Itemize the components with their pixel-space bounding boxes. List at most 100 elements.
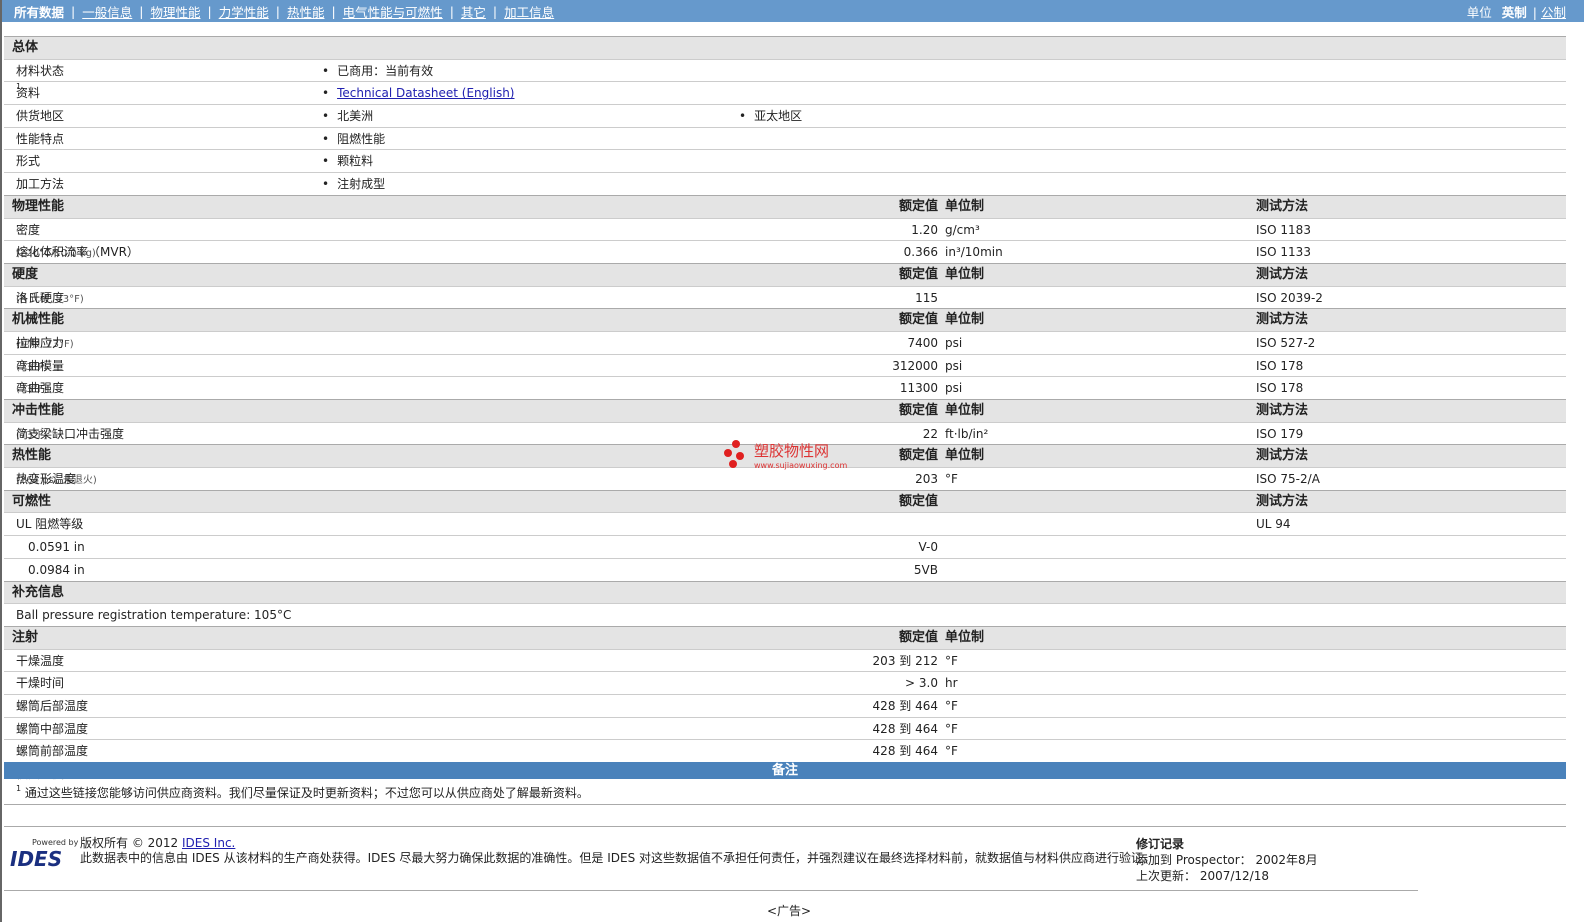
tab-all-data[interactable]: 所有数据 <box>14 2 64 21</box>
test-method: 测试方法 <box>1256 266 1309 282</box>
copyright: 版权所有 © 2012 <box>80 836 179 850</box>
table-row: 干燥时间 > 3.0 hr <box>4 671 1566 694</box>
nav-link[interactable]: 一般信息 <box>82 2 132 21</box>
test-method: ISO 179 <box>1256 426 1304 441</box>
unit: psi <box>945 381 963 396</box>
table-row: 拉伸应力 (屈服, 73°F) 7400 psi ISO 527-2 <box>4 330 1566 356</box>
unit-metric-link[interactable]: 公制 <box>1541 5 1566 20</box>
nav-bar: 所有数据 | 一般信息 | 物理性能 | 力学性能 | 热性能 | 电气性能与可燃性 | 其它 | 加工信… <box>2 0 1584 22</box>
label-text: 资料 <box>16 86 41 101</box>
unit: ft·lb/in² <box>945 426 989 441</box>
table-row: 弯曲模量 (73°F) 312000 psi ISO 178 <box>4 353 1566 379</box>
label-text: 总体 <box>12 40 39 55</box>
nominal-value: 1.20 <box>911 222 938 237</box>
nav-link[interactable]: 热性能 <box>287 2 325 21</box>
test-method: 测试方法 <box>1256 312 1309 328</box>
label-text: 螺筒后部温度 <box>16 698 89 713</box>
footnote: 1 通过这些链接您能够访问供应商资料。我们尽量保证及时更新资料；不过您可以从供应… <box>16 784 589 800</box>
table-row: 密度 1.20 g/cm³ ISO 1183 <box>4 217 1566 241</box>
nav-separator: | <box>207 3 212 19</box>
label-text: 性能特点 <box>16 131 65 146</box>
label-text: 弯曲强度 <box>16 381 65 396</box>
label-text: 简支梁缺口冲击强度 <box>16 426 125 441</box>
section-header: 总体 <box>4 36 1566 59</box>
test-method: UL 94 <box>1256 517 1291 532</box>
unit: 单位制 <box>945 266 985 282</box>
property-label: 弯曲强度 (73°F) <box>16 377 64 401</box>
nominal-value: 7400 <box>907 335 938 350</box>
table-row: 螺筒中部温度 428 到 464 °F <box>4 716 1566 740</box>
unit: °F <box>945 744 958 759</box>
ides-link[interactable]: IDES Inc. <box>182 836 235 850</box>
table-row: UL 阻燃等级 UL 94 <box>4 512 1566 535</box>
nav-link[interactable]: 加工信息 <box>504 2 554 21</box>
property-table: 总体材料状态 已商用：当前有效资料 1 Technical Datasheet (E… <box>4 36 1566 785</box>
test-method: ISO 1183 <box>1256 222 1311 237</box>
test-method: ISO 2039-2 <box>1256 290 1323 305</box>
property-label: 熔化体积流率（MVR） (220°C/10.0 kg) <box>16 241 139 265</box>
unit: °F <box>945 472 958 487</box>
label-text: 物理性能 <box>12 198 65 214</box>
test-method: ISO 178 <box>1256 358 1304 373</box>
label-text: 0.0984 in <box>28 562 85 577</box>
table-row: 螺筒后部温度 428 到 464 °F <box>4 693 1566 717</box>
label-text: 热性能 <box>12 448 52 464</box>
unit: 单位制 <box>945 403 985 418</box>
dots-icon <box>724 440 750 470</box>
nav-separator: | <box>139 3 144 19</box>
nav-link[interactable]: 其它 <box>461 2 486 21</box>
nominal-value: 428 到 464 <box>872 698 938 713</box>
property-label: 拉伸应力 (屈服, 73°F) <box>16 332 74 356</box>
table-row: 加工方法 注射成型 <box>4 172 1566 195</box>
nav-link[interactable]: 力学性能 <box>219 2 269 21</box>
nominal-value: 203 到 212 <box>872 653 938 668</box>
table-row: Ball pressure registration temperature: … <box>4 603 1566 626</box>
label-text: 干燥温度 <box>16 653 65 668</box>
nominal-value: 额定值 <box>898 198 938 214</box>
label-text: 拉伸应力 <box>16 335 65 350</box>
property-label: 简支梁缺口冲击强度 (73°F) <box>16 423 124 447</box>
nominal-value: 额定值 <box>898 629 938 645</box>
label-text: 材料状态 <box>16 63 65 78</box>
nominal-value: 428 到 464 <box>872 744 938 759</box>
label-text: Ball pressure registration temperature: … <box>16 608 292 623</box>
label-text: 热变形温度 <box>16 472 77 487</box>
property-label: 洛氏硬度 (R 计秤, 73°F) <box>16 287 84 311</box>
table-row: 0.0984 in 5VB <box>4 557 1566 581</box>
table-row: 形式 颗粒料 <box>4 149 1566 172</box>
bullet-value: 北美洲 <box>322 105 373 127</box>
nav-link[interactable]: 电气性能与可燃性 <box>343 2 443 21</box>
label-text: 螺筒前部温度 <box>16 744 89 759</box>
table-row: 材料状态 已商用：当前有效 <box>4 58 1566 82</box>
label-text: 注射 <box>12 629 39 645</box>
unit: in³/10min <box>945 245 1003 260</box>
property-label: 弯曲模量 (73°F) <box>16 355 64 379</box>
bullet-value: 注射成型 <box>322 173 385 195</box>
property-label: 热变形温度 (264 psi, 未退火) <box>16 468 97 492</box>
unit: °F <box>945 698 958 713</box>
datasheet-link[interactable]: Technical Datasheet (English) <box>337 86 514 100</box>
test-method: ISO 1133 <box>1256 245 1311 260</box>
label-text: 0.0591 in <box>28 540 85 555</box>
label-text: 熔化体积流率（MVR） <box>16 245 139 260</box>
property-label: 资料 1 <box>16 82 40 104</box>
nav-separator: | <box>492 3 498 19</box>
section-header: 补充信息 <box>4 580 1566 604</box>
unit: 单位制 <box>945 629 985 645</box>
unit: 单位制 <box>945 312 985 328</box>
unit: hr <box>945 676 958 691</box>
table-row: 0.0591 in V-0 <box>4 535 1566 558</box>
section-header: 注射 额定值 单位制 <box>4 625 1566 649</box>
nav-link[interactable]: 物理性能 <box>150 2 200 21</box>
nominal-value: 22 <box>922 426 938 441</box>
unit: 单位制 <box>945 198 985 214</box>
nominal-value: V-0 <box>918 540 938 555</box>
label-text: 干燥时间 <box>16 676 65 691</box>
watermark-logo: 塑胶物性网 www.sujiaowuxing.com <box>724 440 847 470</box>
nominal-value: 5VB <box>913 562 938 577</box>
section-header: 冲击性能 额定值 单位制 测试方法 <box>4 399 1566 422</box>
nominal-value: > 3.0 <box>905 676 938 691</box>
label-text: 机械性能 <box>12 312 65 328</box>
ad-label: <广告> <box>767 904 812 918</box>
label-text: 密度 <box>16 222 41 237</box>
